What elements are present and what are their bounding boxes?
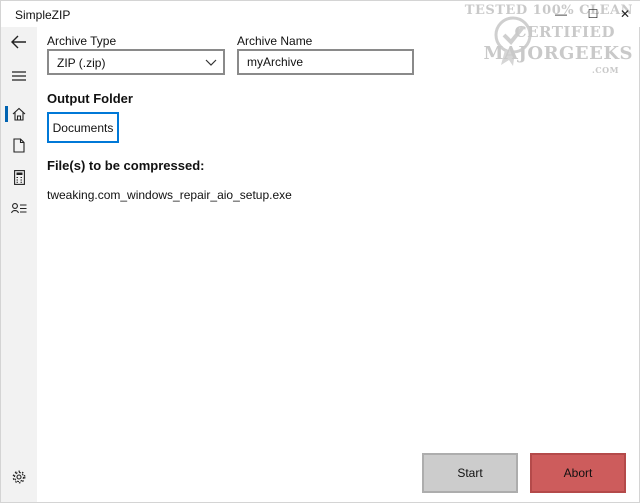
contact-list-icon <box>11 203 27 214</box>
back-button[interactable] <box>1 27 37 57</box>
settings-button[interactable] <box>1 462 37 492</box>
sidebar <box>1 27 37 502</box>
minimize-icon: — <box>555 7 567 21</box>
nav-item-contacts[interactable] <box>1 193 37 223</box>
archive-name-input[interactable] <box>237 49 414 75</box>
maximize-icon: ☐ <box>587 7 599 21</box>
nav-item-extract[interactable] <box>1 130 37 160</box>
home-icon <box>12 107 26 121</box>
nav-item-home[interactable] <box>1 99 37 129</box>
calculator-icon <box>13 169 25 185</box>
archive-type-label: Archive Type <box>47 34 117 48</box>
list-item[interactable]: tweaking.com_windows_repair_aio_setup.ex… <box>47 188 292 202</box>
app-title: SimpleZIP <box>15 8 71 22</box>
files-heading: File(s) to be compressed: <box>47 158 205 173</box>
menu-button[interactable] <box>1 61 37 91</box>
certified-badge-icon <box>494 16 532 66</box>
back-arrow-icon <box>11 35 26 49</box>
hamburger-menu-icon <box>12 71 26 81</box>
archive-type-select[interactable]: ZIP (.zip) <box>47 49 225 75</box>
start-button[interactable]: Start <box>422 453 518 493</box>
abort-button[interactable]: Abort <box>530 453 626 493</box>
archive-type-value: ZIP (.zip) <box>57 56 106 70</box>
close-button[interactable]: ✕ <box>609 1 640 27</box>
chevron-down-icon <box>205 59 217 66</box>
close-icon: ✕ <box>619 7 631 21</box>
maximize-button[interactable]: ☐ <box>577 1 609 27</box>
gear-icon <box>12 470 26 484</box>
app-window: SimpleZIP TESTED 100% CLEAN CERTIFIED MA… <box>0 0 640 503</box>
nav-item-calculator[interactable] <box>1 162 37 192</box>
title-bar: SimpleZIP TESTED 100% CLEAN CERTIFIED MA… <box>1 1 640 75</box>
output-folder-button[interactable]: Documents <box>47 112 119 143</box>
document-icon <box>13 137 25 153</box>
window-controls: — ☐ ✕ <box>545 1 640 27</box>
archive-name-label: Archive Name <box>237 34 313 48</box>
minimize-button[interactable]: — <box>545 1 577 27</box>
output-folder-heading: Output Folder <box>47 91 133 106</box>
